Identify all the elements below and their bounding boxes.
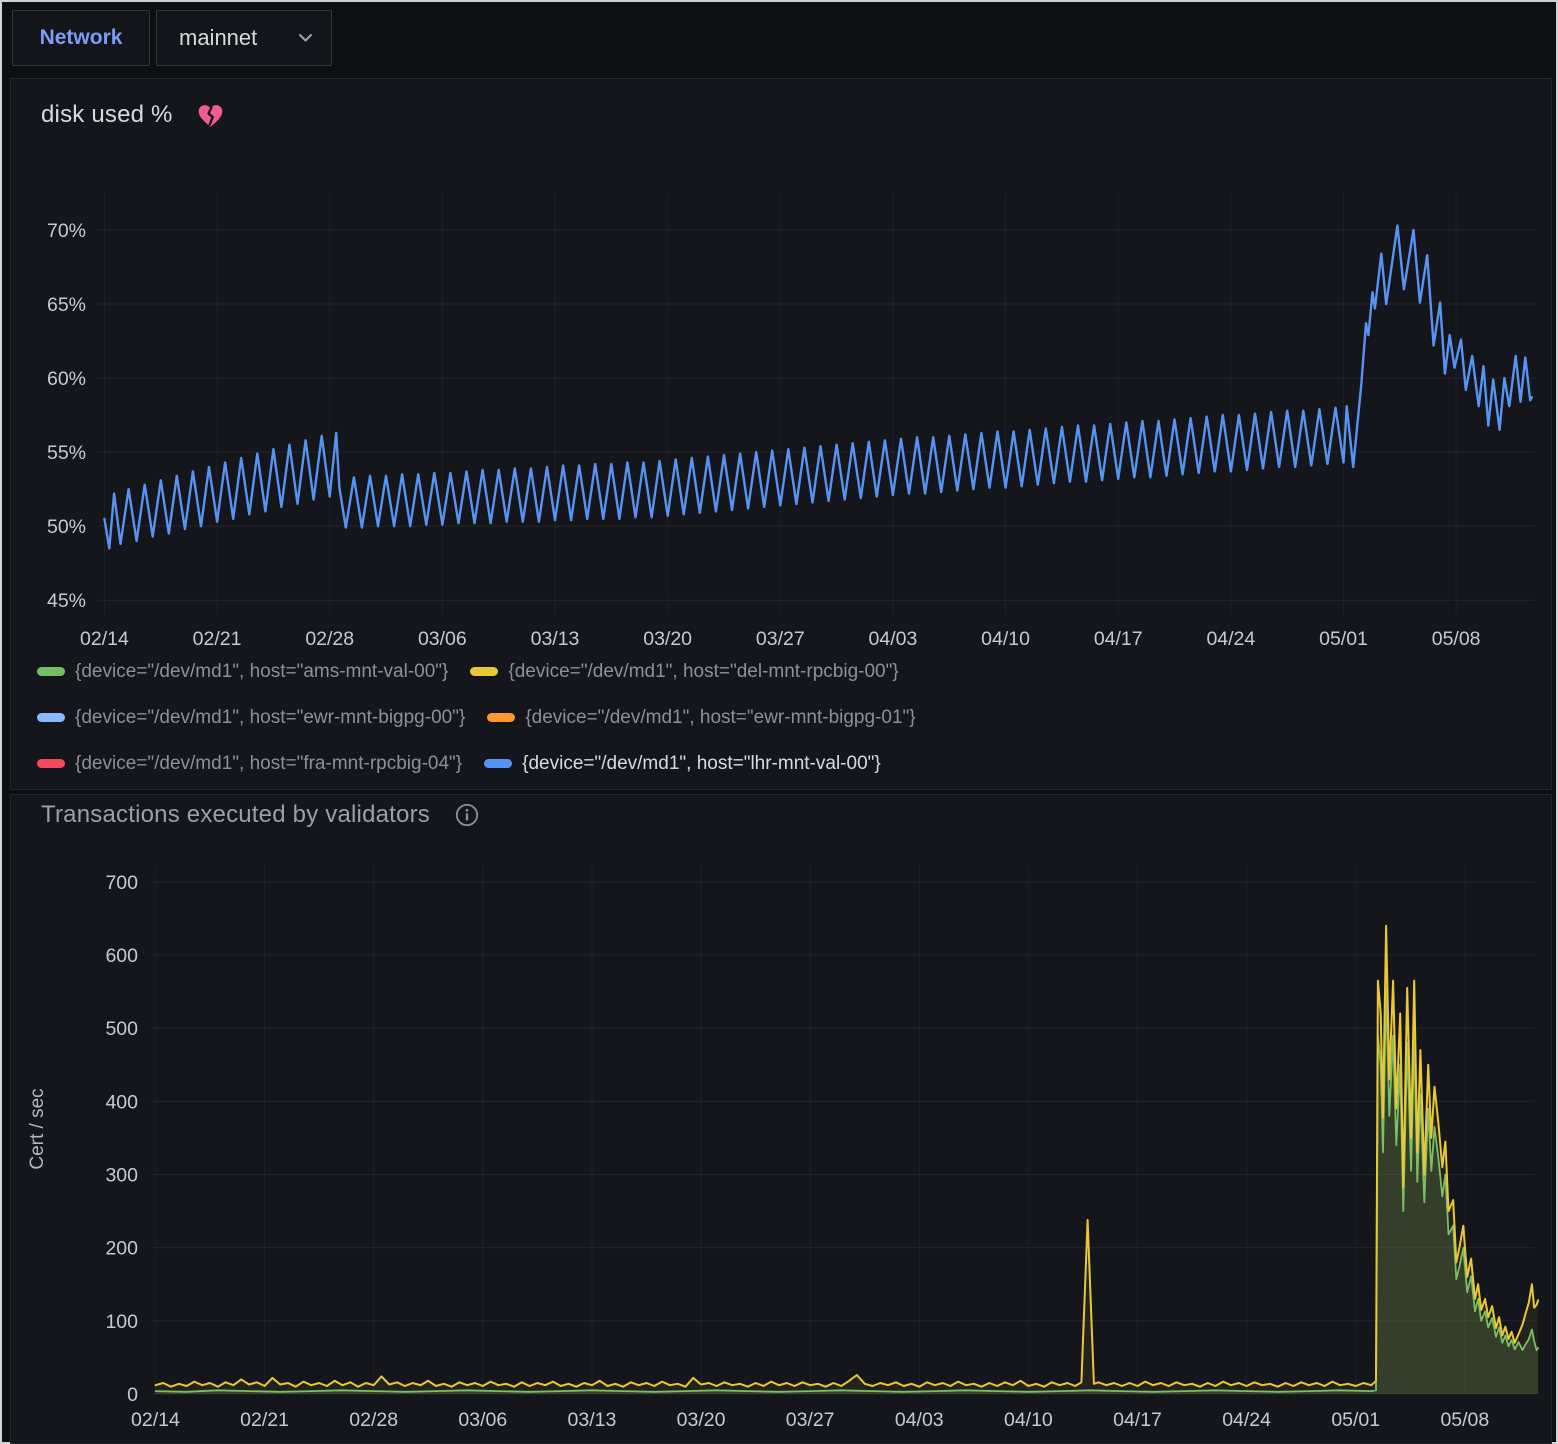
legend-series-label: {device="/dev/md1", host="ams-mnt-val-00… — [75, 661, 448, 683]
panel-title-transactions[interactable]: Transactions executed by validators — [41, 801, 430, 829]
svg-text:300: 300 — [105, 1164, 138, 1186]
legend-item[interactable]: {device="/dev/md1", host="del-mnt-rpcbig… — [470, 657, 898, 686]
svg-text:45%: 45% — [47, 590, 86, 612]
svg-text:700: 700 — [105, 872, 138, 894]
svg-text:03/06: 03/06 — [418, 628, 467, 650]
panel-transactions: Transactions executed by validators 02/1… — [10, 794, 1552, 1444]
svg-text:05/08: 05/08 — [1440, 1409, 1489, 1431]
svg-text:02/21: 02/21 — [193, 628, 242, 650]
svg-text:04/17: 04/17 — [1094, 628, 1143, 650]
svg-text:04/24: 04/24 — [1206, 628, 1255, 650]
legend-series-label: {device="/dev/md1", host="fra-mnt-rpcbig… — [75, 753, 462, 775]
legend-item[interactable]: {device="/dev/md1", host="ewr-mnt-bigpg-… — [37, 703, 465, 732]
svg-text:02/14: 02/14 — [131, 1409, 180, 1431]
svg-text:600: 600 — [105, 945, 138, 967]
legend-item[interactable]: {device="/dev/md1", host="lhr-mnt-val-00… — [484, 749, 881, 778]
svg-text:0: 0 — [127, 1384, 138, 1406]
legend-item[interactable]: {device="/dev/md1", host="fra-mnt-rpcbig… — [37, 749, 462, 778]
info-circle-icon[interactable] — [454, 802, 480, 828]
svg-text:05/08: 05/08 — [1432, 628, 1481, 650]
legend-series-label: {device="/dev/md1", host="ewr-mnt-bigpg-… — [75, 707, 465, 729]
svg-text:50%: 50% — [47, 516, 86, 538]
svg-text:400: 400 — [105, 1091, 138, 1113]
svg-text:04/24: 04/24 — [1222, 1409, 1271, 1431]
svg-text:04/03: 04/03 — [895, 1409, 944, 1431]
legend-item[interactable]: {device="/dev/md1", host="ams-mnt-val-00… — [37, 657, 448, 686]
network-variable-label: Network — [12, 10, 150, 66]
svg-text:500: 500 — [105, 1018, 138, 1040]
legend-series-swatch — [487, 713, 515, 722]
svg-text:03/20: 03/20 — [677, 1409, 726, 1431]
svg-text:02/28: 02/28 — [349, 1409, 398, 1431]
svg-text:03/20: 03/20 — [643, 628, 692, 650]
svg-text:03/27: 03/27 — [756, 628, 805, 650]
svg-text:200: 200 — [105, 1238, 138, 1260]
svg-text:04/03: 04/03 — [869, 628, 918, 650]
svg-text:05/01: 05/01 — [1331, 1409, 1380, 1431]
legend-series-swatch — [37, 759, 65, 768]
disk-used-legend: {device="/dev/md1", host="ams-mnt-val-00… — [37, 657, 1337, 795]
svg-text:04/10: 04/10 — [1004, 1409, 1053, 1431]
svg-text:03/06: 03/06 — [458, 1409, 507, 1431]
transactions-chart[interactable]: 02/14 02/21 02/28 03/06 03/13 03/20 03/27 04/03… — [11, 795, 1553, 1443]
svg-text:65%: 65% — [47, 294, 86, 316]
legend-series-swatch — [470, 667, 498, 676]
dashboard-header: Network mainnet — [2, 2, 1556, 76]
svg-text:55%: 55% — [47, 442, 86, 464]
legend-item[interactable]: {device="/dev/md1", host="ewr-mnt-bigpg-… — [487, 703, 915, 732]
network-value: mainnet — [179, 25, 257, 51]
chevron-down-icon — [298, 33, 313, 43]
svg-text:05/01: 05/01 — [1319, 628, 1368, 650]
svg-text:100: 100 — [105, 1311, 138, 1333]
svg-text:02/21: 02/21 — [240, 1409, 289, 1431]
y-axis-label: Cert / sec — [27, 1088, 48, 1169]
legend-series-swatch — [37, 667, 65, 676]
network-variable-dropdown[interactable]: mainnet — [156, 10, 332, 66]
svg-text:04/10: 04/10 — [981, 628, 1030, 650]
broken-heart-icon — [197, 103, 224, 128]
panel-disk-used: disk used % 02/14 02/21 02/28 03/06 03/13 03/… — [10, 78, 1552, 790]
legend-series-swatch — [37, 713, 65, 722]
svg-text:03/27: 03/27 — [786, 1409, 835, 1431]
legend-series-label: {device="/dev/md1", host="lhr-mnt-val-00… — [522, 753, 881, 775]
svg-text:60%: 60% — [47, 368, 86, 390]
legend-series-swatch — [484, 759, 512, 768]
legend-series-label: {device="/dev/md1", host="del-mnt-rpcbig… — [508, 661, 898, 683]
svg-text:03/13: 03/13 — [531, 628, 580, 650]
network-label: Network — [40, 26, 123, 50]
svg-text:02/28: 02/28 — [305, 628, 354, 650]
svg-text:03/13: 03/13 — [568, 1409, 617, 1431]
legend-series-label: {device="/dev/md1", host="ewr-mnt-bigpg-… — [525, 707, 915, 729]
svg-text:70%: 70% — [47, 220, 86, 242]
svg-text:02/14: 02/14 — [80, 628, 129, 650]
panel-title-disk-used[interactable]: disk used % — [41, 101, 173, 129]
svg-text:04/17: 04/17 — [1113, 1409, 1162, 1431]
disk-used-chart[interactable]: 02/14 02/21 02/28 03/06 03/13 03/20 03/27 04/03… — [11, 79, 1553, 654]
grafana-dashboard: { "header": { "network_label": "Network"… — [0, 0, 1558, 1444]
